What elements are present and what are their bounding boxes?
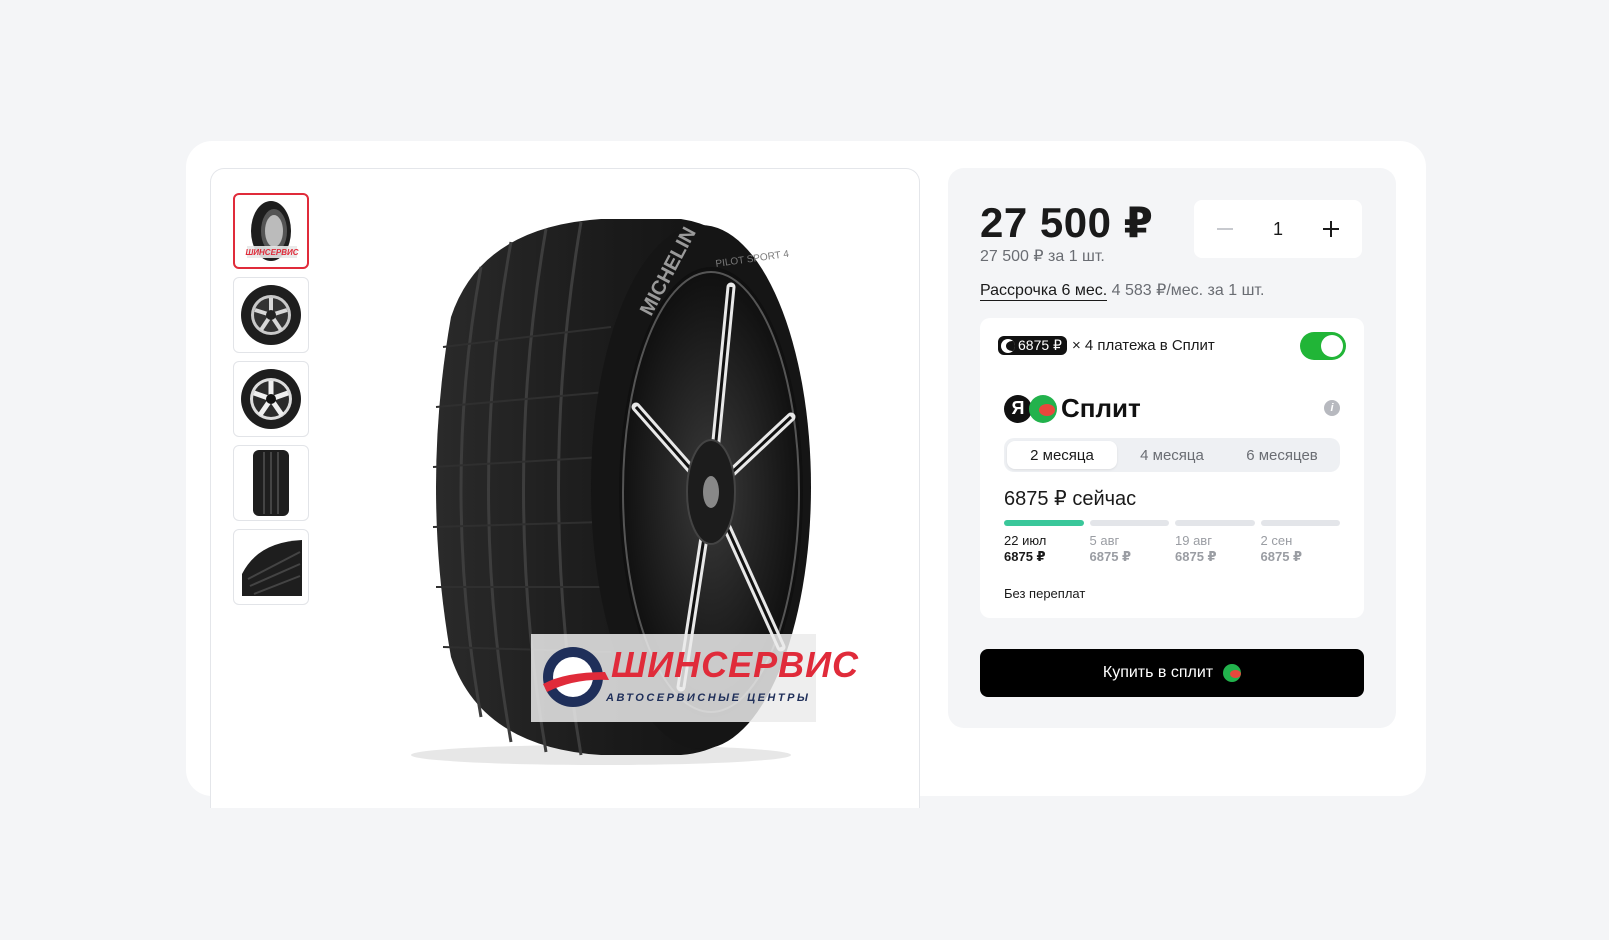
price-per-unit: 27 500 ₽ за 1 шт.	[980, 248, 1105, 265]
schedule-item: 22 июл 6875 ₽	[1004, 533, 1084, 565]
thumbnail-4[interactable]	[233, 445, 309, 521]
split-leaf-icon	[1223, 664, 1242, 682]
schedule-amount: 6875 ₽	[1260, 549, 1303, 564]
wheel-thumbnail-icon	[241, 285, 301, 345]
progress-segment	[1175, 520, 1255, 526]
decrease-quantity-button[interactable]	[1210, 214, 1240, 244]
schedule-amount: 6875 ₽	[1004, 549, 1046, 564]
wheel-front-thumbnail-icon	[241, 369, 301, 429]
toggle-knob	[1321, 335, 1343, 357]
schedule-item: 19 авг 6875 ₽	[1175, 533, 1255, 565]
tread-angle-thumbnail-icon	[242, 540, 302, 596]
split-amount-pill: 6875 ₽	[998, 336, 1067, 355]
no-overpay-note: Без переплат	[1004, 586, 1086, 601]
split-payments-text: × 4 платежа в Сплит	[1071, 337, 1215, 354]
thumbnail-5[interactable]	[233, 529, 309, 605]
buy-button-label: Купить в сплит	[1102, 664, 1214, 681]
tab-4-months[interactable]: 4 месяца	[1117, 441, 1227, 469]
split-summary: 6875 ₽ × 4 платежа в Сплит	[998, 336, 1215, 355]
schedule-item: 2 сен 6875 ₽	[1261, 533, 1341, 565]
purchase-panel: 27 500 ₽ 27 500 ₽ за 1 шт. 1 Рассрочка 6…	[948, 168, 1396, 728]
tread-thumbnail-icon	[253, 450, 289, 516]
installment-amount: 4 583 ₽/мес. за 1 шт.	[1111, 282, 1265, 299]
watermark-brand: ШИНСЕРВИС	[611, 644, 860, 685]
split-toggle[interactable]	[1300, 332, 1346, 360]
tyre-thumbnail-icon: ШИНСЕРВИС	[245, 201, 299, 261]
thumbnail-3[interactable]	[233, 361, 309, 437]
quantity-stepper: 1	[1194, 200, 1362, 258]
schedule-date: 2 сен	[1260, 533, 1293, 548]
quantity-value[interactable]: 1	[1273, 219, 1283, 240]
product-price: 27 500 ₽	[980, 199, 1154, 246]
schedule-date: 22 июл	[1004, 533, 1047, 548]
progress-segment	[1260, 520, 1340, 526]
split-logo-word: Сплит	[1061, 393, 1141, 423]
shinservice-logo-icon	[543, 647, 609, 707]
info-icon[interactable]: i	[1324, 400, 1340, 416]
split-pill-amount: 6875 ₽	[1018, 337, 1062, 353]
split-logo: Я Сплит	[1004, 393, 1141, 424]
split-period-tabs: 2 месяца 4 месяца 6 месяцев	[1004, 438, 1340, 472]
progress-segment	[1089, 520, 1169, 526]
plus-icon	[1322, 221, 1339, 237]
schedule-date: 5 авг	[1089, 533, 1120, 548]
brand-watermark: ШИНСЕРВИС АВТОСЕРВИСНЫЕ ЦЕНТРЫ	[531, 634, 858, 722]
svg-text:ШИНСЕРВИС: ШИНСЕРВИС	[245, 248, 298, 257]
product-card: ШИНСЕРВИС MICHELIN PILOT SPORT 4 ШИНСЕРВ…	[186, 141, 1426, 808]
schedule-amount: 6875 ₽	[1175, 549, 1217, 564]
split-widget: 6875 ₽ × 4 платежа в Сплит Я Сплит i 2 м…	[980, 318, 1364, 618]
schedule-item: 5 авг 6875 ₽	[1090, 533, 1170, 565]
schedule-amount: 6875 ₽	[1089, 549, 1132, 564]
split-pill-icon	[1001, 338, 1015, 353]
installment-info: Рассрочка 6 мес. 4 583 ₽/мес. за 1 шт.	[980, 280, 1265, 301]
buy-with-split-button[interactable]: Купить в сплит	[980, 649, 1364, 697]
watermark-subtitle: АВТОСЕРВИСНЫЕ ЦЕНТРЫ	[606, 692, 811, 704]
split-now-amount: 6875 ₽ сейчас	[1004, 488, 1137, 510]
thumbnail-2[interactable]	[233, 277, 309, 353]
progress-segment	[1004, 520, 1084, 526]
tab-6-months[interactable]: 6 месяцев	[1227, 441, 1337, 469]
schedule-date: 19 авг	[1175, 533, 1212, 548]
product-gallery: ШИНСЕРВИС MICHELIN PILOT SPORT 4 ШИНСЕРВ…	[210, 168, 920, 808]
tab-2-months[interactable]: 2 месяца	[1007, 441, 1117, 469]
thumbnail-list: ШИНСЕРВИС	[233, 193, 309, 613]
payment-progress	[1004, 520, 1340, 526]
thumbnail-1[interactable]: ШИНСЕРВИС	[233, 193, 309, 269]
installment-link[interactable]: Рассрочка 6 мес.	[980, 282, 1108, 301]
minus-icon	[1217, 228, 1233, 230]
split-leaf-icon	[1029, 394, 1057, 423]
increase-quantity-button[interactable]	[1316, 214, 1346, 244]
payment-schedule: 22 июл 6875 ₽ 5 авг 6875 ₽ 19 авг 6875 ₽…	[1004, 533, 1340, 565]
yandex-logo-icon: Я	[1004, 394, 1032, 423]
